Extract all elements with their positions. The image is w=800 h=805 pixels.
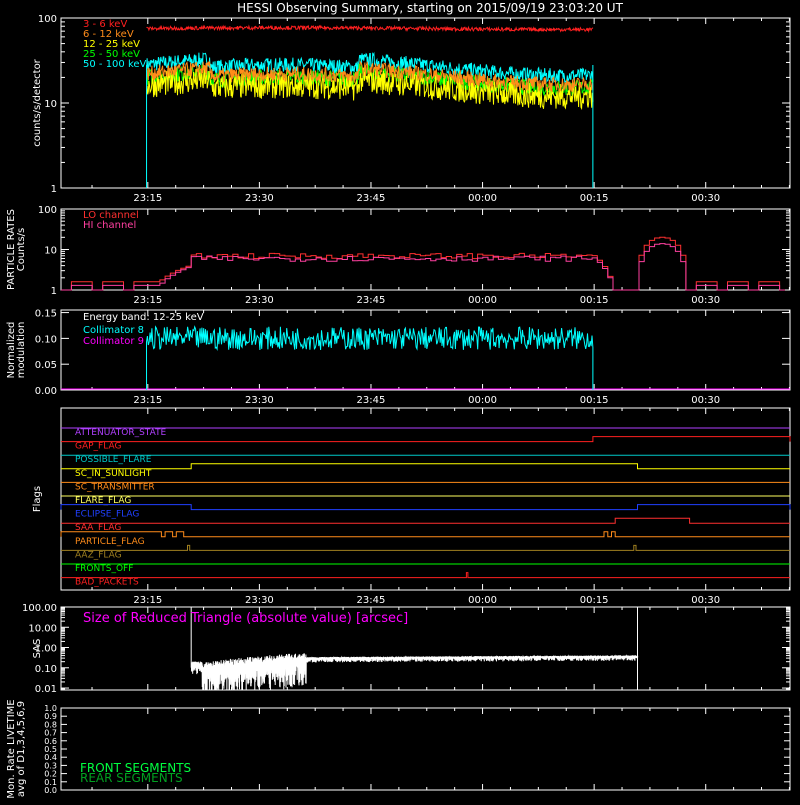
y-tick-label: 100: [38, 205, 57, 216]
x-tick-label: 00:30: [691, 395, 720, 406]
y-tick-label: 0.05: [35, 360, 57, 371]
x-tick-label: 00:30: [691, 295, 720, 306]
y-tick-label: 10: [44, 99, 57, 110]
sas-annotation: Size of Reduced Triangle (absolute value…: [83, 611, 408, 626]
y-tick-label: 0.10: [35, 334, 57, 345]
x-tick-label: 23:30: [245, 295, 274, 306]
y-tick-label: 0.7: [44, 729, 57, 738]
x-tick-label: 00:00: [468, 595, 497, 606]
x-tick-label: 23:45: [357, 193, 386, 204]
x-tick-label: 23:45: [357, 595, 386, 606]
flag-line-bad_packets: [61, 572, 790, 579]
panel-particle-rates: 23:15 23:30 23:45 00:00 00:15 00:30110100PART…: [6, 205, 791, 306]
chart-panels: 23:15 23:30 23:45 00:00 00:15 00:30 1 10 100 coun…: [6, 14, 791, 799]
energy-band-label: Energy band: 12-25 keV: [83, 312, 204, 323]
legend-entry: REAR SEGMENTS: [80, 771, 183, 785]
x-tick-label: 00:00: [468, 193, 497, 204]
y-tick-label: 0.10: [35, 664, 57, 675]
x-tick-label: 23:45: [357, 395, 386, 406]
x-tick-label: 23:30: [245, 395, 274, 406]
flag-line-aaz_flag: [61, 544, 790, 551]
flag-label: AAZ_FLAG: [75, 550, 122, 560]
y-tick-label: 10.00: [28, 623, 57, 634]
y-axis-label: SAS: [32, 639, 43, 659]
x-tick-label: 23:15: [133, 395, 162, 406]
panel-frame: [60, 17, 791, 189]
y-tick-label: 0.3: [44, 761, 57, 770]
y-tick-label: 0.4: [44, 753, 57, 762]
flag-label: FRONTS_OFF: [75, 564, 133, 574]
x-tick-label: 23:15: [133, 193, 162, 204]
y-tick-label: 100.00: [22, 603, 57, 614]
chart-title: HESSI Observing Summary, starting on 201…: [237, 1, 623, 15]
y-axis-label-2: modulation: [16, 322, 27, 379]
flag-line-eclipse_flag: [60, 504, 791, 511]
legend-entry: HI channel: [83, 220, 136, 231]
panel-livetime: 0.00.10.20.30.40.50.60.70.80.91.0Mon. Ra…: [6, 699, 791, 799]
y-tick-label: 0.2: [44, 770, 57, 779]
flag-label: SC_IN_SUNLIGHT: [75, 469, 152, 479]
legend-entry: Collimator 9: [83, 336, 144, 347]
flag-line-gap_flag: [61, 436, 791, 443]
flag-label: GAP_FLAG: [75, 442, 121, 452]
y-tick-label: 0.15: [35, 309, 57, 320]
y-axis-label-2: Counts/s: [16, 228, 27, 272]
flag-line-sc_in_sunlight: [61, 463, 790, 470]
legend-entry: 50 - 100 keV: [83, 59, 147, 70]
x-tick-label: 23:30: [245, 595, 274, 606]
panel-modulation: 23:15 23:30 23:45 00:00 00:15 00:30 0.00 0.05 0.…: [6, 309, 791, 406]
x-tick-label: 00:30: [691, 595, 720, 606]
y-tick-label: 0.1: [44, 778, 57, 787]
panel-frame: [60, 407, 791, 591]
observing-summary: HESSI Observing Summary, starting on 201…: [0, 0, 800, 800]
y-tick-label: 10: [44, 246, 57, 257]
flag-label: PARTICLE_FLAG: [75, 537, 145, 547]
x-tick-label: 00:15: [580, 395, 609, 406]
series-line-0: [145, 325, 594, 391]
legend-entry: Collimator 8: [83, 325, 144, 336]
flag-label: ECLIPSE_FLAG: [75, 510, 139, 520]
y-tick-label: 1: [51, 184, 57, 195]
series-line-0: [61, 236, 785, 291]
x-tick-label: 23:45: [357, 295, 386, 306]
y-tick-label: 0.5: [44, 745, 57, 754]
x-tick-label: 00:00: [468, 395, 497, 406]
flag-label: ATTENUATOR_STATE: [75, 428, 167, 438]
y-tick-label: 100: [38, 14, 57, 25]
y-tick-label: 0.00: [35, 386, 57, 397]
y-tick-label: 1: [51, 286, 57, 297]
x-tick-label: 00:30: [691, 193, 720, 204]
flag-label: SC_TRANSMITTER: [75, 482, 155, 492]
panel-flags: 23:15 23:30 23:45 00:00 00:15 00:30 Flags ATTEN…: [32, 407, 791, 606]
x-tick-label: 00:15: [580, 595, 609, 606]
y-tick-label: 0.6: [44, 737, 57, 746]
series-line-1: [61, 243, 785, 291]
flag-label: POSSIBLE_FLARE: [75, 455, 152, 465]
x-tick-label: 00:15: [580, 295, 609, 306]
panel-count-rates: 23:15 23:30 23:45 00:00 00:15 00:30 1 10 100 coun…: [32, 14, 791, 204]
x-tick-label: 00:00: [468, 295, 497, 306]
x-tick-label: 23:30: [245, 193, 274, 204]
y-tick-label: 0.9: [44, 712, 57, 721]
y-axis-label-2: avg of D1,3,4,5,6,9: [16, 701, 27, 797]
flag-line-saa_flag: [61, 517, 790, 524]
series-line-0: [146, 24, 594, 34]
y-tick-label: 1.0: [44, 704, 57, 713]
y-tick-label: 0.8: [44, 720, 57, 729]
y-tick-label: 0.01: [35, 684, 57, 695]
x-tick-label: 23:15: [133, 295, 162, 306]
flag-label: BAD_PACKETS: [75, 578, 139, 588]
panel-sas: 0.010.101.0010.00100.00SASSize of Reduce…: [22, 603, 791, 695]
y-tick-label: 0.0: [44, 786, 57, 795]
y-axis-label: counts/s/detector: [32, 58, 43, 146]
flag-line-particle_flag: [60, 531, 790, 538]
x-tick-label: 00:15: [580, 193, 609, 204]
observing-summary-chart: HESSI Observing Summary, starting on 201…: [6, 1, 791, 799]
y-axis-label: Flags: [32, 486, 43, 512]
x-tick-label: 23:15: [133, 595, 162, 606]
